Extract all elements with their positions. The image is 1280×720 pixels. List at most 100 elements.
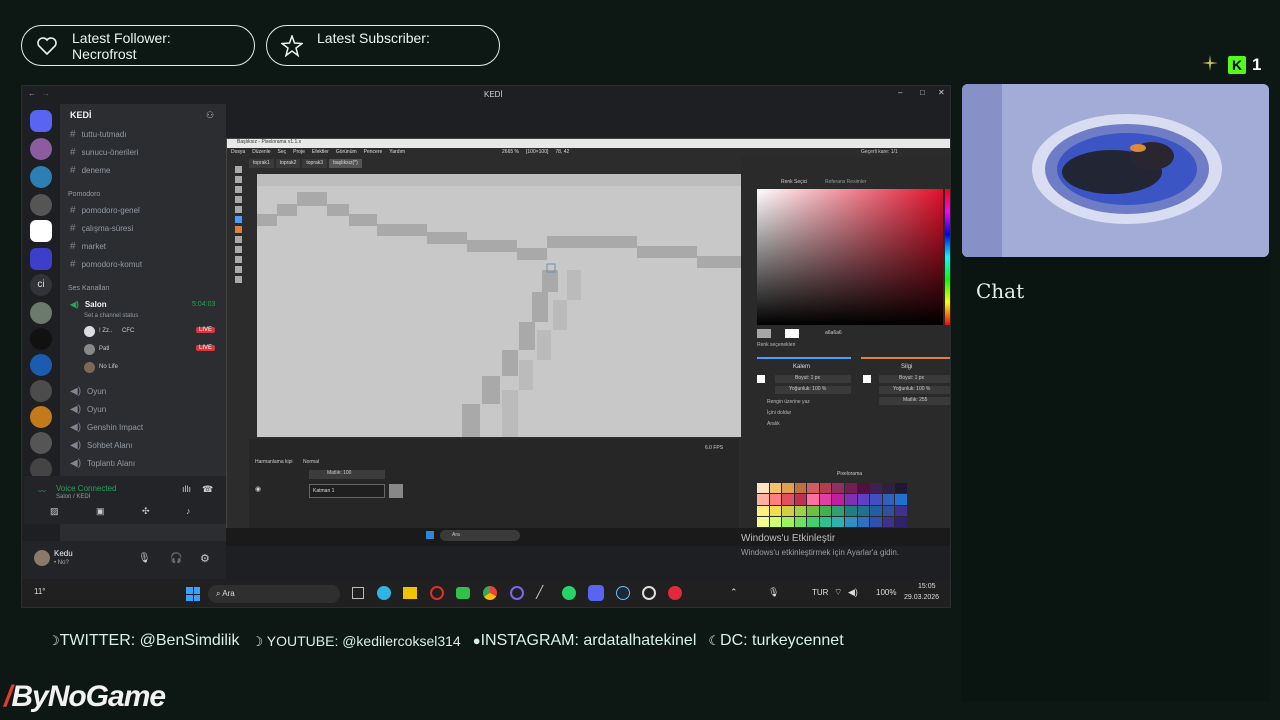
tab[interactable]: toprak2 [275, 159, 301, 168]
microphone-icon[interactable]: 🎙 [768, 587, 779, 598]
right-opacity[interactable]: Matlık: 255 [879, 397, 950, 405]
primary-color-swatch[interactable] [757, 329, 771, 338]
eye-icon[interactable]: ◉ [255, 485, 261, 493]
right-brush-size[interactable]: Boyut: 1 px [879, 375, 950, 383]
right-brush-icon[interactable] [863, 375, 871, 383]
file-explorer-icon[interactable] [403, 587, 417, 599]
opacity-slider[interactable]: Matlık: 100 [309, 470, 385, 479]
server-icon[interactable] [30, 220, 52, 242]
tray-chevron-icon[interactable]: ⌃ [730, 587, 738, 598]
voice-location[interactable]: Salon / KEDİ [56, 494, 90, 500]
left-brush-size[interactable]: Boyut: 1 px [775, 375, 851, 383]
rectangle-tool-icon[interactable] [234, 266, 242, 273]
back-arrow-icon[interactable]: ← [28, 89, 36, 98]
server-icon[interactable]: ci [30, 274, 52, 296]
channel-item[interactable]: # çalışma-süresi [70, 223, 133, 234]
whatsapp-icon[interactable] [562, 586, 576, 600]
task-view-icon[interactable] [352, 587, 364, 599]
color-tab[interactable]: Renk Seçici [781, 179, 807, 185]
color-picker-area[interactable] [757, 189, 943, 325]
category-voice[interactable]: Ses Kanalları [68, 285, 110, 292]
menu-item[interactable]: Dosya [231, 149, 245, 157]
app-icon[interactable] [510, 586, 524, 600]
channel-item[interactable]: # deneme [70, 165, 110, 176]
clock-time[interactable]: 15:05 [918, 583, 936, 590]
camera-off-icon[interactable]: ▨ [50, 506, 59, 517]
palette-grid[interactable] [757, 483, 907, 527]
windows-start-icon[interactable] [426, 531, 434, 539]
menu-item[interactable]: Proje [293, 149, 305, 157]
option-fill-inside[interactable]: İçini doldur [767, 410, 791, 416]
maximize-icon[interactable]: □ [920, 88, 925, 97]
battery-indicator[interactable]: 100% [876, 588, 896, 597]
obs-icon[interactable] [642, 586, 656, 600]
option-overwrite[interactable]: Rengin üzerine yaz [767, 399, 810, 405]
right-density[interactable]: Yoğunluk: 100 % [879, 386, 950, 394]
server-icon[interactable] [30, 406, 52, 428]
channel-item[interactable]: # pomodoro-komut [70, 259, 142, 270]
windows-start-icon[interactable] [186, 587, 200, 601]
volume-icon[interactable]: ◀) [848, 587, 858, 598]
pen-icon[interactable]: ╱ [536, 585, 543, 599]
language-indicator[interactable]: TUR [812, 588, 828, 597]
discord-icon[interactable] [588, 585, 604, 601]
palette-name[interactable]: Pixelorama [837, 471, 862, 477]
settings-gear-icon[interactable]: ⚙ [200, 552, 210, 565]
server-icon[interactable] [30, 380, 52, 402]
bucket-tool-icon[interactable] [234, 236, 242, 243]
shading-tool-icon[interactable] [234, 246, 242, 253]
voice-channel[interactable]: ◀) Genshin Impact [70, 422, 143, 433]
server-icon[interactable] [30, 432, 52, 454]
channel-item[interactable]: # market [70, 241, 106, 252]
opera-icon[interactable] [430, 586, 444, 600]
eraser-tool-icon[interactable] [234, 226, 242, 233]
server-icon[interactable] [30, 194, 52, 216]
minimize-icon[interactable]: – [898, 88, 902, 97]
clock-date[interactable]: 29.03.2026 [904, 594, 939, 601]
option-spacing[interactable]: Aralık [767, 421, 780, 427]
color-picker-icon[interactable] [234, 206, 242, 213]
server-icon[interactable] [30, 138, 52, 160]
drawing-canvas[interactable] [257, 174, 741, 437]
hex-input[interactable]: a6a6a6 [825, 330, 842, 336]
menu-item[interactable]: Yardım [389, 149, 405, 157]
server-icon[interactable] [30, 248, 52, 270]
menu-item[interactable]: Seç [278, 149, 287, 157]
screen-share-icon[interactable]: ▣ [96, 506, 105, 517]
search-box[interactable]: Ara [440, 530, 520, 541]
server-icon[interactable] [30, 302, 52, 324]
server-icon[interactable] [30, 166, 52, 188]
tab-active[interactable]: başlıksız(*) [329, 159, 362, 168]
hue-slider[interactable] [945, 189, 950, 325]
voice-channel[interactable]: ◀) Oyun [70, 386, 106, 397]
avatar[interactable] [34, 550, 50, 566]
menu-item[interactable]: Efektler [312, 149, 329, 157]
voice-channel-active[interactable]: ◀) Salon [70, 300, 107, 309]
noise-icon[interactable]: ıllı [182, 484, 191, 494]
voice-user[interactable]: ! Zz.. CFC LIVE [84, 326, 224, 338]
voice-user[interactable]: No Life [84, 362, 224, 374]
reference-tab[interactable]: Referans Resimler [825, 179, 866, 185]
zoom-tool-icon[interactable] [234, 186, 242, 193]
color-options-toggle[interactable]: Renk seçenekleri [757, 342, 795, 348]
line-app-icon[interactable] [456, 587, 470, 599]
ellipse-tool-icon[interactable] [234, 276, 242, 283]
secondary-color-swatch[interactable] [785, 329, 799, 338]
tab[interactable]: toprak3 [302, 159, 328, 168]
weather-widget[interactable]: 11° [34, 587, 46, 596]
channel-status[interactable]: Set a channel status [84, 313, 138, 319]
close-icon[interactable]: ✕ [938, 88, 945, 97]
add-friend-icon[interactable]: ⚇ [206, 110, 214, 121]
microphone-icon[interactable]: 🎙 [138, 553, 151, 564]
server-icon[interactable] [30, 328, 52, 350]
channel-item[interactable]: # sunucu-önerileri [70, 147, 138, 158]
menu-item[interactable]: Görünüm [336, 149, 357, 157]
blend-select[interactable]: Normal [303, 459, 319, 465]
server-icon[interactable] [30, 354, 52, 376]
left-brush-icon[interactable] [757, 375, 765, 383]
left-density[interactable]: Yoğunluk: 100 % [775, 386, 851, 394]
menu-item[interactable]: Düzenle [252, 149, 270, 157]
chrome-icon[interactable] [483, 586, 497, 600]
disconnect-icon[interactable]: ☎ [202, 484, 213, 495]
line-tool-icon[interactable] [234, 256, 242, 263]
